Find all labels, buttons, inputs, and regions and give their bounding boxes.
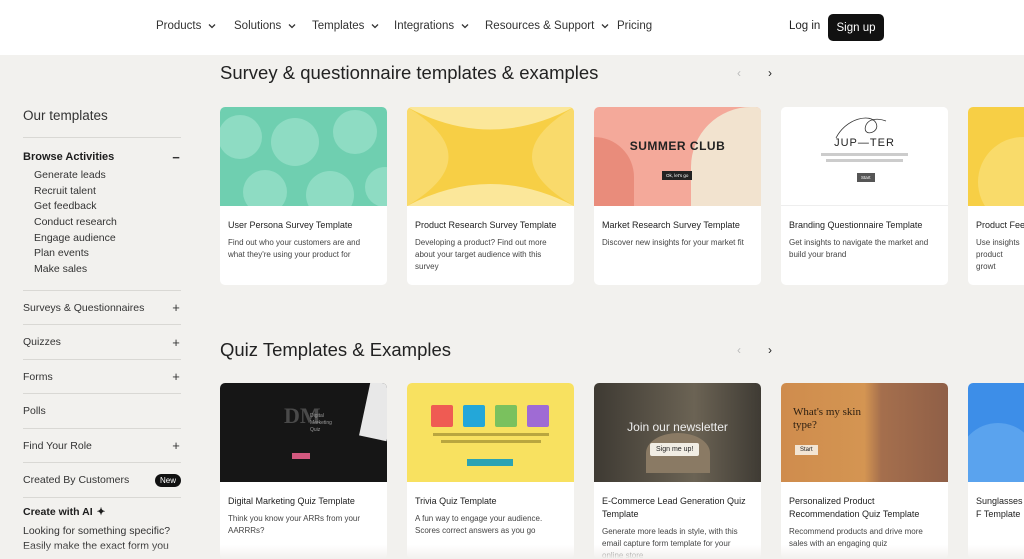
template-card-digital-marketing[interactable]: DM Digital Marketing Quiz Digital Market… xyxy=(220,383,387,559)
browse-activities-toggle[interactable]: Browse Activities − xyxy=(23,149,181,165)
sparkle-icon: ✦ xyxy=(96,505,106,518)
sidebar-item-conduct-research[interactable]: Conduct research xyxy=(34,215,181,231)
nav-templates[interactable]: Templates xyxy=(312,20,380,32)
plus-icon: + xyxy=(172,438,180,454)
bottom-fade xyxy=(0,545,1024,559)
template-card-user-persona[interactable]: User Persona Survey Template Find out wh… xyxy=(220,107,387,285)
card-thumbnail xyxy=(968,383,1024,482)
nav-integrations[interactable]: Integrations xyxy=(394,20,470,32)
card-thumbnail xyxy=(968,107,1024,206)
template-card-product-research[interactable]: Product Research Survey Template Develop… xyxy=(407,107,574,285)
minus-icon: − xyxy=(172,149,180,165)
next-arrow-icon[interactable]: › xyxy=(768,66,772,80)
card-thumbnail: JUP—TER Start xyxy=(781,107,948,206)
next-arrow-icon[interactable]: › xyxy=(768,343,772,357)
sidebar-item-plan-events[interactable]: Plan events xyxy=(34,246,181,262)
prev-arrow-icon[interactable]: ‹ xyxy=(737,343,741,357)
sidebar-item-engage-audience[interactable]: Engage audience xyxy=(34,231,181,247)
sidebar-item-quizzes[interactable]: Quizzes + xyxy=(23,324,181,359)
chevron-down-icon xyxy=(461,24,469,29)
card-thumbnail: What's my skin type? Start xyxy=(781,383,948,482)
create-with-ai[interactable]: Create with AI ✦ xyxy=(23,506,181,518)
template-card-trivia[interactable]: Trivia Quiz Template A fun way to engage… xyxy=(407,383,574,559)
new-badge: New xyxy=(154,473,181,487)
plus-icon: + xyxy=(172,369,180,385)
card-description: Discover new insights for your market fi… xyxy=(602,238,744,247)
templates-sidebar: Our templates Browse Activities − Genera… xyxy=(23,108,181,554)
sidebar-item-surveys[interactable]: Surveys & Questionnaires + xyxy=(23,289,181,325)
sidebar-item-polls[interactable]: Polls xyxy=(23,393,181,428)
card-thumbnail xyxy=(220,107,387,206)
card-title: Product Fee xyxy=(976,220,1024,230)
sidebar-item-recruit-talent[interactable]: Recruit talent xyxy=(34,184,181,200)
signup-button[interactable]: Sign up xyxy=(828,14,884,41)
sidebar-item-find-your-role[interactable]: Find Your Role + xyxy=(23,427,181,463)
card-description: Use insights product growt xyxy=(976,238,1020,271)
nav-products[interactable]: Products xyxy=(156,20,217,32)
card-thumbnail xyxy=(407,383,574,482)
template-card-product-recommendation[interactable]: What's my skin type? Start Personalized … xyxy=(781,383,948,559)
sidebar-item-created-by-customers[interactable]: Created By Customers New xyxy=(23,462,181,497)
card-title: Sunglasses F Template xyxy=(976,496,1023,519)
nav-solutions[interactable]: Solutions xyxy=(234,20,297,32)
top-navigation: Products Solutions Templates Integration… xyxy=(0,0,1024,55)
card-title: Digital Marketing Quiz Template xyxy=(228,496,355,506)
chevron-down-icon xyxy=(371,24,379,29)
card-description: Find out who your customers are and what… xyxy=(228,238,361,259)
plus-icon: + xyxy=(172,334,180,350)
quiz-section-title: Quiz Templates & Examples xyxy=(220,339,452,360)
plus-icon: + xyxy=(172,300,180,316)
login-link[interactable]: Log in xyxy=(789,20,820,32)
card-description: Think you know your ARRs from your AARRR… xyxy=(228,514,361,535)
card-thumbnail: Join our newsletter Sign me up! xyxy=(594,383,761,482)
card-description: A fun way to engage your audience. Score… xyxy=(415,514,543,535)
card-thumbnail xyxy=(407,107,574,206)
survey-section-title: Survey & questionnaire templates & examp… xyxy=(220,62,599,83)
sidebar-item-make-sales[interactable]: Make sales xyxy=(34,262,181,278)
sidebar-item-get-feedback[interactable]: Get feedback xyxy=(34,199,181,215)
card-title: Trivia Quiz Template xyxy=(415,496,497,506)
sidebar-item-forms[interactable]: Forms + xyxy=(23,358,181,394)
template-card-branding[interactable]: JUP—TER Start Branding Questionnaire Tem… xyxy=(781,107,948,285)
card-title: Product Research Survey Template xyxy=(415,220,557,230)
sidebar-title: Our templates xyxy=(23,108,181,138)
chevron-down-icon xyxy=(601,24,609,29)
card-title: E-Commerce Lead Generation Quiz Template xyxy=(602,496,746,519)
card-title: User Persona Survey Template xyxy=(228,220,353,230)
chevron-down-icon xyxy=(288,24,296,29)
card-description: Developing a product? Find out more abou… xyxy=(415,238,547,271)
chevron-down-icon xyxy=(208,24,216,29)
nav-resources-support[interactable]: Resources & Support xyxy=(485,20,610,32)
card-title: Branding Questionnaire Template xyxy=(789,220,923,230)
template-card-sunglasses[interactable]: Sunglasses F Template xyxy=(968,383,1024,559)
template-card-product-feedback[interactable]: Product Fee Use insights product growt xyxy=(968,107,1024,285)
sidebar-item-generate-leads[interactable]: Generate leads xyxy=(34,168,181,184)
card-title: Personalized Product Recommendation Quiz… xyxy=(789,496,920,519)
prev-arrow-icon[interactable]: ‹ xyxy=(737,66,741,80)
card-thumbnail: DM Digital Marketing Quiz xyxy=(220,383,387,482)
card-title: Market Research Survey Template xyxy=(602,220,740,230)
template-card-ecommerce-lead[interactable]: Join our newsletter Sign me up! E-Commer… xyxy=(594,383,761,559)
activities-list: Generate leads Recruit talent Get feedba… xyxy=(34,168,181,278)
nav-pricing[interactable]: Pricing xyxy=(617,20,652,32)
card-description: Get insights to navigate the market and … xyxy=(789,238,929,259)
card-thumbnail: SUMMER CLUB Ok, let's go xyxy=(594,107,761,206)
template-card-market-research[interactable]: SUMMER CLUB Ok, let's go Market Research… xyxy=(594,107,761,285)
